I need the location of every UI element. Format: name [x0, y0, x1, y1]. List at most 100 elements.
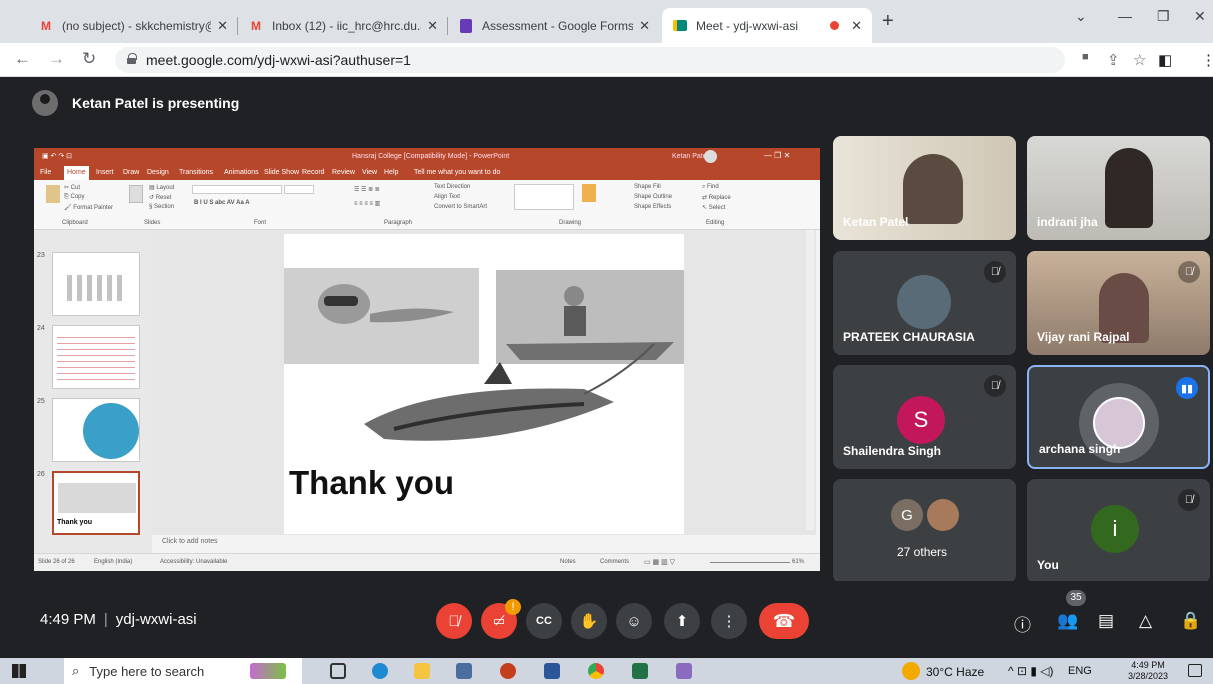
browser-tab-gmail-subject[interactable]: M (no subject) - skkchemistry@gma ✕: [28, 8, 238, 43]
chrome-icon[interactable]: [588, 663, 604, 679]
clock-time: 4:49 PM: [1131, 660, 1165, 670]
weather-text[interactable]: 30°C Haze: [926, 665, 984, 679]
mic-off-icon: 🎙̸: [1178, 489, 1200, 511]
new-slide-icon: [129, 185, 143, 203]
slide-thumbnail[interactable]: [52, 325, 140, 389]
back-icon[interactable]: ←: [14, 49, 31, 69]
camera-in-use-icon[interactable]: ■: [1082, 51, 1089, 63]
close-tab-icon[interactable]: ✕: [217, 18, 228, 34]
rower-body: [564, 306, 586, 336]
browser-tab-forms[interactable]: Assessment - Google Forms ✕: [448, 8, 660, 43]
slide-counter: Slide 26 of 26: [38, 559, 75, 565]
participant-tile-vijay[interactable]: 🎙̸ Vijay rani Rajpal: [1027, 251, 1210, 355]
store-icon[interactable]: [456, 663, 472, 679]
paint-icon[interactable]: [676, 663, 692, 679]
font-name-box: [192, 185, 282, 194]
task-view-icon[interactable]: [330, 663, 346, 679]
mic-off-button[interactable]: 🎙̸: [436, 603, 472, 639]
reload-icon[interactable]: ↻: [82, 49, 96, 69]
zoom-slider[interactable]: [710, 562, 790, 563]
thumbnail-number: 23: [37, 252, 45, 259]
participant-name: Vijay rani Rajpal: [1037, 330, 1130, 344]
participant-tile-others[interactable]: G 27 others: [833, 479, 1016, 583]
people-icon[interactable]: 👥: [1057, 611, 1078, 631]
close-window-icon[interactable]: ✕: [1194, 8, 1206, 25]
host-controls-icon[interactable]: 🔒: [1180, 611, 1201, 631]
url-text: meet.google.com/ydj-wxwi-asi?authuser=1: [146, 52, 411, 68]
present-button[interactable]: ⬆: [664, 603, 700, 639]
close-tab-icon[interactable]: ✕: [427, 18, 438, 34]
excel-icon[interactable]: [632, 663, 648, 679]
notes-button[interactable]: Notes: [560, 559, 576, 565]
shapes-gallery: [514, 184, 574, 210]
participant-name: indrani jha: [1037, 215, 1098, 229]
chrome-menu-icon[interactable]: ⋮: [1201, 51, 1213, 69]
tab-search-icon[interactable]: ⌄: [1075, 8, 1087, 25]
browser-toolbar: ← → ↻ meet.google.com/ydj-wxwi-asi?authu…: [0, 43, 1213, 111]
paste-icon: [46, 185, 60, 203]
powerpoint-icon[interactable]: [500, 663, 516, 679]
participant-avatar-photo: [927, 499, 959, 531]
slide-thumbnail[interactable]: [52, 252, 140, 316]
word-icon[interactable]: [544, 663, 560, 679]
participant-tile-prateek[interactable]: 🎙̸ PRATEEK CHAURASIA: [833, 251, 1016, 355]
participant-avatar: [897, 275, 951, 329]
edge-icon[interactable]: [372, 663, 388, 679]
bookmark-star-icon[interactable]: ☆: [1133, 51, 1146, 69]
more-options-button[interactable]: ⋮: [711, 603, 747, 639]
address-bar[interactable]: meet.google.com/ydj-wxwi-asi?authuser=1: [115, 47, 1065, 73]
ppt-quick-access: ▣ ↶ ↷ ⊡: [42, 153, 73, 160]
new-tab-icon[interactable]: +: [882, 10, 894, 33]
browser-tab-meet[interactable]: Meet - ydj-wxwi-asi ✕: [662, 8, 872, 43]
windows-start-icon[interactable]: [12, 664, 26, 678]
participant-tile-archana[interactable]: ▮▮ archana singh: [1027, 365, 1210, 469]
activities-icon[interactable]: △: [1139, 611, 1152, 631]
ribbon-group-label: Editing: [706, 220, 725, 226]
swimmer-goggles: [324, 296, 358, 306]
ppt-tell-me: Tell me what you want to do: [414, 169, 501, 176]
minimize-icon[interactable]: —: [1118, 8, 1132, 24]
slide-scrollbar[interactable]: [806, 230, 814, 530]
participant-tile-shailendra[interactable]: S 🎙̸ Shailendra Singh: [833, 365, 1016, 469]
participant-count-badge: 35: [1066, 590, 1086, 606]
ppt-window-title: Hansraj College [Compatibility Mode] - P…: [352, 153, 510, 160]
meeting-details-icon[interactable]: ⓘ: [1014, 611, 1031, 636]
gmail-icon: M: [251, 18, 261, 33]
participant-tile-you[interactable]: i 🎙̸ You: [1027, 479, 1210, 583]
close-tab-icon[interactable]: ✕: [851, 18, 862, 34]
raise-hand-button[interactable]: ✋: [571, 603, 607, 639]
ribbon-group-label: Font: [254, 220, 267, 226]
notifications-icon[interactable]: [1188, 664, 1202, 677]
emoji-button[interactable]: ☺: [616, 603, 652, 639]
participant-tile-indrani[interactable]: indrani jha: [1027, 136, 1210, 240]
input-language[interactable]: ENG: [1068, 665, 1092, 677]
screen: M (no subject) - skkchemistry@gma ✕ M In…: [0, 0, 1213, 684]
forward-icon[interactable]: →: [48, 49, 65, 69]
ppt-tab: Animations: [224, 169, 259, 176]
comments-button[interactable]: Comments: [600, 559, 629, 565]
ppt-tab: Insert: [96, 169, 114, 176]
view-buttons[interactable]: ▭ ▦ ▥ ▽: [644, 558, 675, 566]
restore-icon[interactable]: ❐: [1157, 8, 1170, 25]
participant-tile-ketan[interactable]: Ketan Patel: [833, 136, 1016, 240]
notes-pane[interactable]: Click to add notes: [152, 535, 816, 553]
side-panel-icon[interactable]: ◧: [1158, 51, 1172, 69]
close-tab-icon[interactable]: ✕: [639, 18, 650, 34]
share-icon[interactable]: ⇪: [1107, 51, 1120, 69]
browser-tab-gmail-inbox[interactable]: M Inbox (12) - iic_hrc@hrc.du.ac.in ✕: [238, 8, 448, 43]
current-slide: Thank you: [284, 234, 684, 534]
chat-icon[interactable]: ▤: [1098, 611, 1114, 631]
lock-icon: [127, 53, 137, 64]
file-explorer-icon[interactable]: [414, 663, 430, 679]
tray-icons[interactable]: ^ ⊡ ▮ ◁): [1008, 664, 1054, 678]
gmail-icon: M: [41, 18, 51, 33]
thumbnail-caption: Thank you: [57, 519, 93, 526]
ppt-tab: Slide Show: [264, 169, 300, 176]
slide-thumbnail-selected[interactable]: Thank you: [52, 471, 140, 535]
taskbar-clock[interactable]: 4:49 PM 3/28/2023: [1128, 660, 1168, 682]
captions-button[interactable]: CC: [526, 603, 562, 639]
leave-call-button[interactable]: ☎: [759, 603, 809, 639]
camera-off-button[interactable]: ▭̸ !: [481, 599, 521, 639]
slide-thumbnail[interactable]: [52, 398, 140, 462]
presenting-banner: Ketan Patel is presenting: [32, 90, 239, 116]
